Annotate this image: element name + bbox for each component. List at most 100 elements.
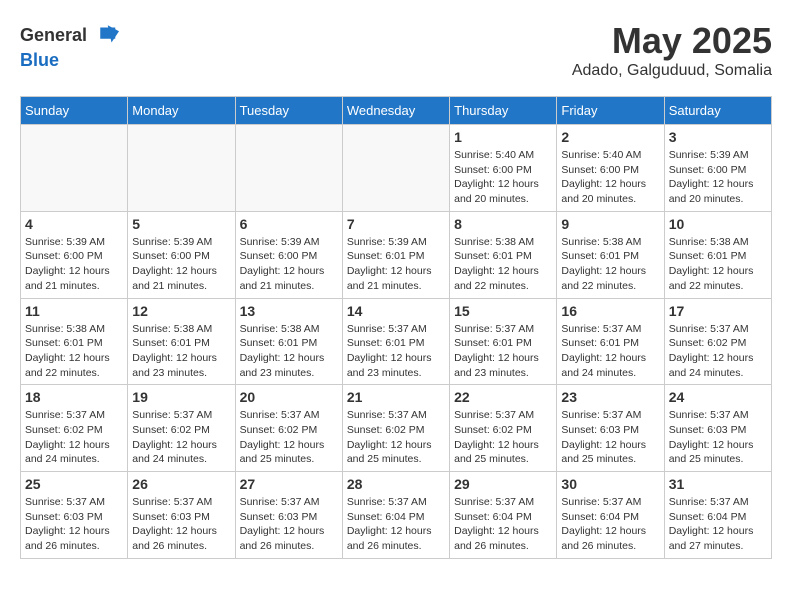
day-number: 17 <box>669 303 767 319</box>
calendar-cell <box>128 125 235 212</box>
day-info: Sunrise: 5:37 AM Sunset: 6:03 PM Dayligh… <box>561 408 659 467</box>
day-number: 27 <box>240 476 338 492</box>
day-info: Sunrise: 5:37 AM Sunset: 6:02 PM Dayligh… <box>240 408 338 467</box>
calendar-cell <box>342 125 449 212</box>
calendar-cell: 11Sunrise: 5:38 AM Sunset: 6:01 PM Dayli… <box>21 298 128 385</box>
calendar-cell: 2 Sunrise: 5:40 AM Sunset: 6:00 PM Daylig… <box>557 125 664 212</box>
title-area: May 2025 Adado, Galguduud, Somalia <box>572 20 772 80</box>
day-number: 28 <box>347 476 445 492</box>
day-info: Sunrise: 5:37 AM Sunset: 6:04 PM Dayligh… <box>454 495 552 554</box>
day-info: Sunrise: 5:39 AM Sunset: 6:00 PM Dayligh… <box>669 148 767 207</box>
calendar-cell: 10 Sunrise: 5:38 AM Sunset: 6:01 PM Dayli… <box>664 211 771 298</box>
day-number: 2 <box>561 129 659 145</box>
day-info: Sunrise: 5:37 AM Sunset: 6:01 PM Dayligh… <box>454 322 552 381</box>
day-number: 18 <box>25 389 123 405</box>
day-number: 5 <box>132 216 230 232</box>
calendar-cell <box>21 125 128 212</box>
day-info: Sunrise: 5:38 AM Sunset: 6:01 PM Dayligh… <box>454 235 552 294</box>
calendar-cell: 22Sunrise: 5:37 AM Sunset: 6:02 PM Dayli… <box>450 385 557 472</box>
day-info: Sunrise: 5:40 AM Sunset: 6:00 PM Dayligh… <box>561 148 659 207</box>
page-header: General Blue May 2025 Adado, Galguduud, … <box>20 20 772 80</box>
calendar-cell: 5 Sunrise: 5:39 AM Sunset: 6:00 PM Daylig… <box>128 211 235 298</box>
calendar-cell: 12Sunrise: 5:38 AM Sunset: 6:01 PM Dayli… <box>128 298 235 385</box>
weekday-header: Thursday <box>450 97 557 125</box>
logo: General Blue <box>20 20 119 71</box>
day-info: Sunrise: 5:38 AM Sunset: 6:01 PM Dayligh… <box>561 235 659 294</box>
day-number: 31 <box>669 476 767 492</box>
day-info: Sunrise: 5:38 AM Sunset: 6:01 PM Dayligh… <box>240 322 338 381</box>
day-number: 13 <box>240 303 338 319</box>
weekday-header: Sunday <box>21 97 128 125</box>
day-info: Sunrise: 5:37 AM Sunset: 6:02 PM Dayligh… <box>25 408 123 467</box>
logo-icon <box>89 20 119 50</box>
day-info: Sunrise: 5:37 AM Sunset: 6:03 PM Dayligh… <box>240 495 338 554</box>
day-info: Sunrise: 5:37 AM Sunset: 6:04 PM Dayligh… <box>561 495 659 554</box>
day-info: Sunrise: 5:37 AM Sunset: 6:03 PM Dayligh… <box>25 495 123 554</box>
day-info: Sunrise: 5:39 AM Sunset: 6:00 PM Dayligh… <box>132 235 230 294</box>
day-info: Sunrise: 5:37 AM Sunset: 6:04 PM Dayligh… <box>347 495 445 554</box>
day-info: Sunrise: 5:37 AM Sunset: 6:02 PM Dayligh… <box>132 408 230 467</box>
day-info: Sunrise: 5:37 AM Sunset: 6:01 PM Dayligh… <box>561 322 659 381</box>
day-number: 4 <box>25 216 123 232</box>
calendar-cell: 29 Sunrise: 5:37 AM Sunset: 6:04 PM Dayli… <box>450 472 557 559</box>
calendar-cell: 20 Sunrise: 5:37 AM Sunset: 6:02 PM Dayli… <box>235 385 342 472</box>
day-info: Sunrise: 5:37 AM Sunset: 6:03 PM Dayligh… <box>669 408 767 467</box>
day-number: 9 <box>561 216 659 232</box>
calendar-week-row: 1 Sunrise: 5:40 AM Sunset: 6:00 PM Daylig… <box>21 125 772 212</box>
day-info: Sunrise: 5:37 AM Sunset: 6:03 PM Dayligh… <box>132 495 230 554</box>
day-number: 22 <box>454 389 552 405</box>
day-number: 24 <box>669 389 767 405</box>
calendar-cell: 27 Sunrise: 5:37 AM Sunset: 6:03 PM Dayli… <box>235 472 342 559</box>
calendar-cell: 25 Sunrise: 5:37 AM Sunset: 6:03 PM Dayli… <box>21 472 128 559</box>
calendar-cell: 7 Sunrise: 5:39 AM Sunset: 6:01 PM Daylig… <box>342 211 449 298</box>
day-info: Sunrise: 5:39 AM Sunset: 6:01 PM Dayligh… <box>347 235 445 294</box>
day-number: 15 <box>454 303 552 319</box>
calendar-cell: 16Sunrise: 5:37 AM Sunset: 6:01 PM Dayli… <box>557 298 664 385</box>
day-number: 29 <box>454 476 552 492</box>
weekday-header: Monday <box>128 97 235 125</box>
day-info: Sunrise: 5:37 AM Sunset: 6:04 PM Dayligh… <box>669 495 767 554</box>
day-number: 25 <box>25 476 123 492</box>
calendar-cell: 19 Sunrise: 5:37 AM Sunset: 6:02 PM Dayli… <box>128 385 235 472</box>
calendar-cell: 23 Sunrise: 5:37 AM Sunset: 6:03 PM Dayli… <box>557 385 664 472</box>
day-info: Sunrise: 5:37 AM Sunset: 6:02 PM Dayligh… <box>669 322 767 381</box>
calendar-cell: 8Sunrise: 5:38 AM Sunset: 6:01 PM Daylig… <box>450 211 557 298</box>
day-number: 1 <box>454 129 552 145</box>
calendar-cell: 1Sunrise: 5:40 AM Sunset: 6:00 PM Daylig… <box>450 125 557 212</box>
day-number: 20 <box>240 389 338 405</box>
calendar-cell: 28 Sunrise: 5:37 AM Sunset: 6:04 PM Dayli… <box>342 472 449 559</box>
day-number: 19 <box>132 389 230 405</box>
weekday-header: Wednesday <box>342 97 449 125</box>
day-info: Sunrise: 5:37 AM Sunset: 6:01 PM Dayligh… <box>347 322 445 381</box>
calendar-header-row: SundayMondayTuesdayWednesdayThursdayFrid… <box>21 97 772 125</box>
logo-general: General <box>20 25 87 46</box>
day-info: Sunrise: 5:38 AM Sunset: 6:01 PM Dayligh… <box>132 322 230 381</box>
day-number: 23 <box>561 389 659 405</box>
calendar-cell: 18 Sunrise: 5:37 AM Sunset: 6:02 PM Dayli… <box>21 385 128 472</box>
calendar-cell: 6 Sunrise: 5:39 AM Sunset: 6:00 PM Daylig… <box>235 211 342 298</box>
logo-blue: Blue <box>20 50 59 70</box>
day-number: 10 <box>669 216 767 232</box>
day-info: Sunrise: 5:37 AM Sunset: 6:02 PM Dayligh… <box>347 408 445 467</box>
calendar-table: SundayMondayTuesdayWednesdayThursdayFrid… <box>20 96 772 559</box>
calendar-week-row: 18 Sunrise: 5:37 AM Sunset: 6:02 PM Dayli… <box>21 385 772 472</box>
calendar-cell: 21Sunrise: 5:37 AM Sunset: 6:02 PM Dayli… <box>342 385 449 472</box>
calendar-cell: 31 Sunrise: 5:37 AM Sunset: 6:04 PM Dayli… <box>664 472 771 559</box>
day-number: 7 <box>347 216 445 232</box>
day-number: 30 <box>561 476 659 492</box>
day-info: Sunrise: 5:39 AM Sunset: 6:00 PM Dayligh… <box>240 235 338 294</box>
calendar-cell: 30 Sunrise: 5:37 AM Sunset: 6:04 PM Dayli… <box>557 472 664 559</box>
calendar-cell: 14 Sunrise: 5:37 AM Sunset: 6:01 PM Dayli… <box>342 298 449 385</box>
day-number: 6 <box>240 216 338 232</box>
calendar-cell: 9 Sunrise: 5:38 AM Sunset: 6:01 PM Daylig… <box>557 211 664 298</box>
calendar-week-row: 4 Sunrise: 5:39 AM Sunset: 6:00 PM Daylig… <box>21 211 772 298</box>
month-title: May 2025 <box>572 20 772 62</box>
day-number: 14 <box>347 303 445 319</box>
calendar-cell: 15 Sunrise: 5:37 AM Sunset: 6:01 PM Dayli… <box>450 298 557 385</box>
calendar-cell: 24 Sunrise: 5:37 AM Sunset: 6:03 PM Dayli… <box>664 385 771 472</box>
calendar-cell: 4Sunrise: 5:39 AM Sunset: 6:00 PM Daylig… <box>21 211 128 298</box>
calendar-cell: 17 Sunrise: 5:37 AM Sunset: 6:02 PM Dayli… <box>664 298 771 385</box>
day-info: Sunrise: 5:38 AM Sunset: 6:01 PM Dayligh… <box>669 235 767 294</box>
calendar-cell: 13 Sunrise: 5:38 AM Sunset: 6:01 PM Dayli… <box>235 298 342 385</box>
day-number: 11 <box>25 303 123 319</box>
